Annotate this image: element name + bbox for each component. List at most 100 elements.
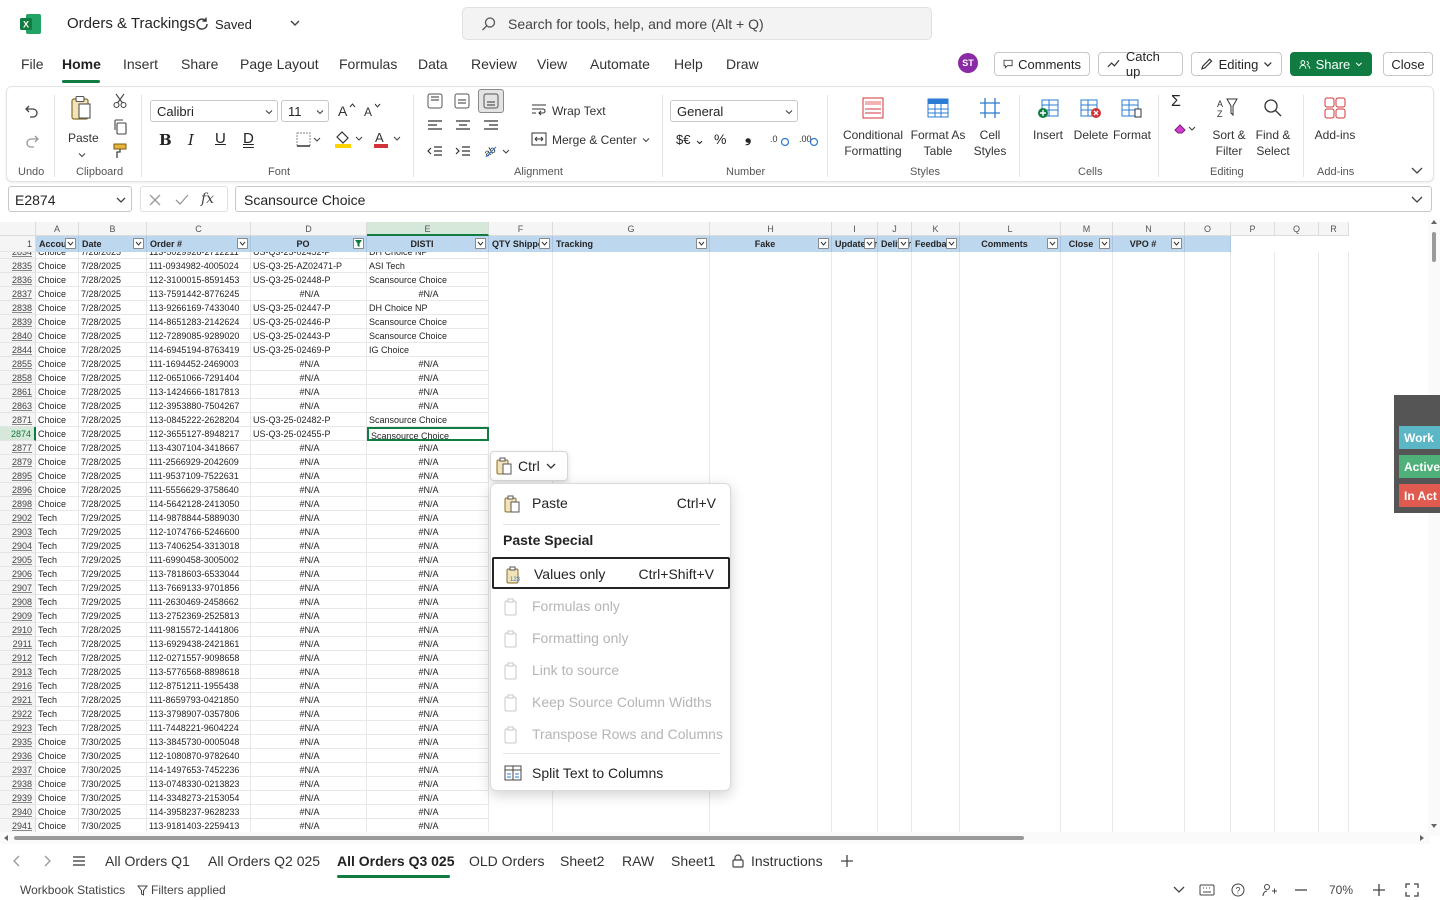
table-cell[interactable]: 114-1497653-7452236 xyxy=(147,763,251,777)
filter-dropdown-icon[interactable] xyxy=(864,238,875,249)
table-cell[interactable]: #N/A xyxy=(367,623,489,637)
align-center-icon[interactable] xyxy=(455,119,471,133)
table-cell[interactable]: Choice xyxy=(36,497,79,511)
increase-decimal-icon[interactable]: .0 xyxy=(770,131,790,147)
wrap-text-label[interactable]: Wrap Text xyxy=(552,103,606,119)
table-cell[interactable]: 7/28/2025 xyxy=(79,315,147,329)
table-cell[interactable]: #N/A xyxy=(251,567,367,581)
format-cells-button[interactable]: Format xyxy=(1110,95,1154,163)
table-cell[interactable]: 113-7406254-3313018 xyxy=(147,539,251,553)
table-cell[interactable]: 114-5642128-2413050 xyxy=(147,497,251,511)
row-number[interactable]: 2874 xyxy=(0,427,36,441)
table-cell[interactable]: Tech xyxy=(36,707,79,721)
table-cell[interactable]: #N/A xyxy=(251,497,367,511)
accessibility-icon[interactable] xyxy=(1262,883,1278,897)
table-cell[interactable]: #N/A xyxy=(367,371,489,385)
table-cell[interactable]: Tech xyxy=(36,609,79,623)
table-cell[interactable]: 113-7591442-8776245 xyxy=(147,287,251,301)
decrease-indent-icon[interactable] xyxy=(427,145,443,159)
zoom-out-icon[interactable] xyxy=(1295,889,1307,891)
menu-home[interactable]: Home xyxy=(62,56,101,72)
table-cell[interactable]: #N/A xyxy=(367,525,489,539)
menu-data[interactable]: Data xyxy=(418,56,448,72)
table-cell[interactable]: #N/A xyxy=(367,763,489,777)
table-cell[interactable]: #N/A xyxy=(367,469,489,483)
column-header[interactable]: I xyxy=(832,222,878,236)
table-cell[interactable]: 7/28/2025 xyxy=(79,665,147,679)
scroll-right-icon[interactable] xyxy=(1418,834,1426,842)
table-cell[interactable]: #N/A xyxy=(367,567,489,581)
table-cell[interactable]: #N/A xyxy=(251,595,367,609)
previous-sheet-icon[interactable] xyxy=(12,855,22,867)
menu-item-transpose[interactable]: Transpose Rows and Columns xyxy=(492,719,730,749)
column-header[interactable]: J xyxy=(878,222,912,236)
table-cell[interactable]: 7/29/2025 xyxy=(79,511,147,525)
table-cell[interactable]: Choice xyxy=(36,749,79,763)
menu-view[interactable]: View xyxy=(537,56,567,72)
horizontal-scroll-thumb[interactable] xyxy=(14,836,1024,840)
table-cell[interactable]: #N/A xyxy=(367,707,489,721)
row-number[interactable]: 2909 xyxy=(0,609,36,623)
table-cell[interactable]: #N/A xyxy=(367,553,489,567)
table-cell[interactable]: #N/A xyxy=(251,469,367,483)
vertical-scroll-thumb[interactable] xyxy=(1432,232,1436,262)
row-number[interactable]: 2861 xyxy=(0,385,36,399)
row-number[interactable]: 2916 xyxy=(0,679,36,693)
row-number[interactable]: 2837 xyxy=(0,287,36,301)
menu-item-values-only[interactable]: 123 Values only Ctrl+Shift+V xyxy=(492,557,730,589)
row-number[interactable]: 2835 xyxy=(0,259,36,273)
table-cell[interactable]: 7/29/2025 xyxy=(79,595,147,609)
table-cell[interactable]: 114-3958237-9628233 xyxy=(147,805,251,819)
table-cell[interactable]: Tech xyxy=(36,539,79,553)
table-cell[interactable]: 113-3845730-0005048 xyxy=(147,735,251,749)
menu-share[interactable]: Share xyxy=(181,56,218,72)
table-cell[interactable]: 7/28/2025 xyxy=(79,637,147,651)
filter-dropdown-icon[interactable] xyxy=(353,238,364,249)
cancel-icon[interactable] xyxy=(149,194,161,206)
table-cell[interactable]: #N/A xyxy=(367,483,489,497)
table-cell[interactable]: Choice xyxy=(36,777,79,791)
table-cell[interactable]: 112-1074766-5246600 xyxy=(147,525,251,539)
insert-function-icon[interactable]: fx xyxy=(201,191,214,207)
align-top-icon[interactable] xyxy=(427,93,443,109)
row-number[interactable]: 2941 xyxy=(0,819,36,833)
sort-filter-button[interactable]: AZ Sort & Filter xyxy=(1205,95,1253,163)
column-header[interactable]: M xyxy=(1061,222,1113,236)
row-number[interactable]: 2922 xyxy=(0,707,36,721)
add-ins-button[interactable]: Add-ins xyxy=(1309,95,1361,163)
table-cell[interactable]: #N/A xyxy=(251,749,367,763)
table-cell[interactable]: Choice xyxy=(36,399,79,413)
table-cell[interactable]: #N/A xyxy=(367,749,489,763)
collapse-ribbon-icon[interactable] xyxy=(1411,165,1423,175)
row-number[interactable]: 2877 xyxy=(0,441,36,455)
filter-dropdown-icon[interactable] xyxy=(818,238,829,249)
row-number[interactable]: 2839 xyxy=(0,315,36,329)
menu-item-link-to-source[interactable]: Link to source xyxy=(492,655,730,685)
filter-dropdown-icon[interactable] xyxy=(237,238,248,249)
table-cell[interactable]: 7/29/2025 xyxy=(79,539,147,553)
row-number[interactable]: 2910 xyxy=(0,623,36,637)
table-cell[interactable]: Choice xyxy=(36,287,79,301)
table-cell[interactable]: 7/28/2025 xyxy=(79,469,147,483)
insert-cells-button[interactable]: Insert xyxy=(1028,95,1068,163)
table-cell[interactable]: 111-7448221-9604224 xyxy=(147,721,251,735)
table-header-cell[interactable]: Comments xyxy=(960,236,1061,252)
table-header-cell[interactable]: Tracking xyxy=(553,236,710,252)
table-cell[interactable]: Tech xyxy=(36,651,79,665)
filter-dropdown-icon[interactable] xyxy=(946,238,957,249)
table-cell[interactable]: 113-7818603-6533044 xyxy=(147,567,251,581)
table-cell[interactable]: 111-0934982-4005024 xyxy=(147,259,251,273)
table-cell[interactable]: Choice xyxy=(36,735,79,749)
name-box[interactable]: E2874 xyxy=(8,186,132,212)
table-cell[interactable]: 7/28/2025 xyxy=(79,707,147,721)
menu-file[interactable]: File xyxy=(21,56,44,72)
table-cell[interactable]: 111-9815572-1441806 xyxy=(147,623,251,637)
table-cell[interactable]: #N/A xyxy=(251,651,367,665)
filter-dropdown-icon[interactable] xyxy=(1171,238,1182,249)
filter-dropdown-icon[interactable] xyxy=(475,238,486,249)
merge-center-label[interactable]: Merge & Center xyxy=(552,132,637,148)
sheet-tab-raw[interactable]: RAW xyxy=(622,853,654,869)
row-number[interactable]: 2863 xyxy=(0,399,36,413)
table-cell[interactable]: US-Q3-25-02455-P xyxy=(251,427,367,441)
table-cell[interactable]: #N/A xyxy=(251,777,367,791)
